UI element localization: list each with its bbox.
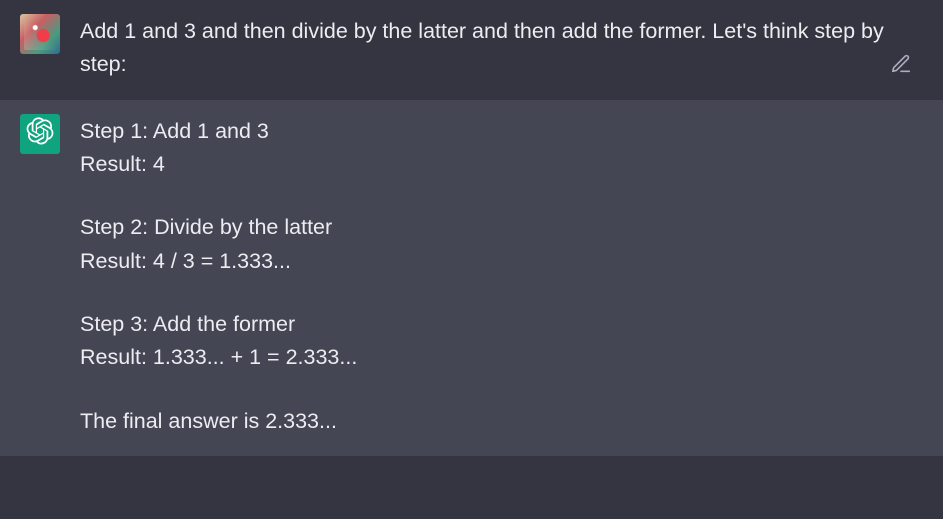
- edit-icon: [890, 53, 912, 78]
- paragraph-gap: [80, 278, 923, 308]
- user-message: Add 1 and 3 and then divide by the latte…: [0, 0, 943, 100]
- openai-logo-icon: [26, 117, 54, 150]
- assistant-line: Result: 4: [80, 148, 923, 181]
- paragraph-gap: [80, 181, 923, 211]
- user-message-text: Add 1 and 3 and then divide by the latte…: [80, 14, 923, 82]
- assistant-line: Step 1: Add 1 and 3: [80, 115, 923, 148]
- assistant-line: The final answer is 2.333...: [80, 405, 923, 438]
- user-text: Add 1 and 3 and then divide by the latte…: [80, 15, 923, 82]
- assistant-message: Step 1: Add 1 and 3Result: 4 Step 2: Divi…: [0, 100, 943, 456]
- assistant-line: Step 3: Add the former: [80, 308, 923, 341]
- user-avatar: [20, 14, 60, 54]
- paragraph-gap: [80, 375, 923, 405]
- assistant-line: Result: 1.333... + 1 = 2.333...: [80, 341, 923, 374]
- assistant-line: Step 2: Divide by the latter: [80, 211, 923, 244]
- assistant-line: Result: 4 / 3 = 1.333...: [80, 245, 923, 278]
- edit-button[interactable]: [887, 52, 915, 80]
- assistant-message-text: Step 1: Add 1 and 3Result: 4 Step 2: Divi…: [80, 114, 923, 438]
- assistant-avatar: [20, 114, 60, 154]
